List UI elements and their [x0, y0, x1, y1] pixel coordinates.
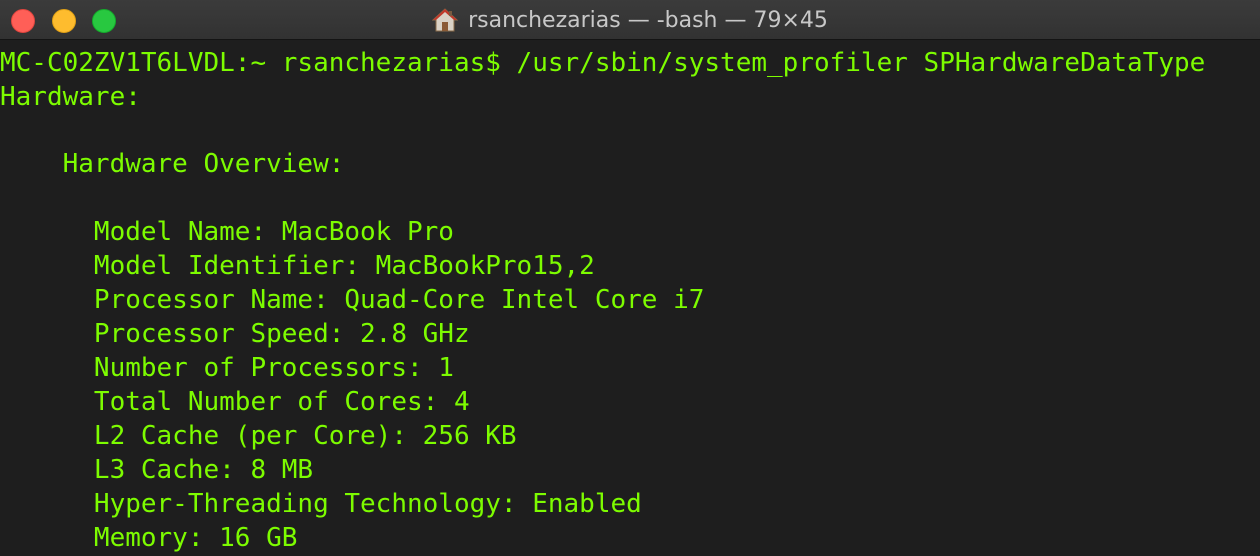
terminal-content[interactable]: MC-C02ZV1T6LVDL:~ rsanchezarias$ /usr/sb…: [0, 40, 1260, 556]
home-icon: [432, 8, 459, 32]
terminal-line: Hyper-Threading Technology: Enabled: [0, 489, 642, 519]
title-bar[interactable]: rsanchezarias — -bash — 79×45: [0, 0, 1260, 40]
window-title: rsanchezarias — -bash — 79×45: [0, 0, 1260, 40]
terminal-line: Hardware Overview:: [0, 149, 345, 179]
terminal-line: Total Number of Cores: 4: [0, 387, 470, 417]
terminal-line: L3 Cache: 8 MB: [0, 455, 314, 485]
terminal-line: MC-C02ZV1T6LVDL:~ rsanchezarias$ /usr/sb…: [0, 48, 1206, 78]
terminal-line: Model Name: MacBook Pro: [0, 217, 454, 247]
terminal-line: Memory: 16 GB: [0, 523, 298, 553]
terminal-window: rsanchezarias — -bash — 79×45 MC-C02ZV1T…: [0, 0, 1260, 556]
terminal-line: Model Identifier: MacBookPro15,2: [0, 251, 595, 281]
terminal-line: L2 Cache (per Core): 256 KB: [0, 421, 517, 451]
terminal-line: Processor Speed: 2.8 GHz: [0, 319, 470, 349]
terminal-line: Processor Name: Quad-Core Intel Core i7: [0, 285, 705, 315]
terminal-line: Number of Processors: 1: [0, 353, 454, 383]
window-title-text: rsanchezarias — -bash — 79×45: [468, 7, 828, 33]
terminal-line: Hardware:: [0, 82, 141, 112]
